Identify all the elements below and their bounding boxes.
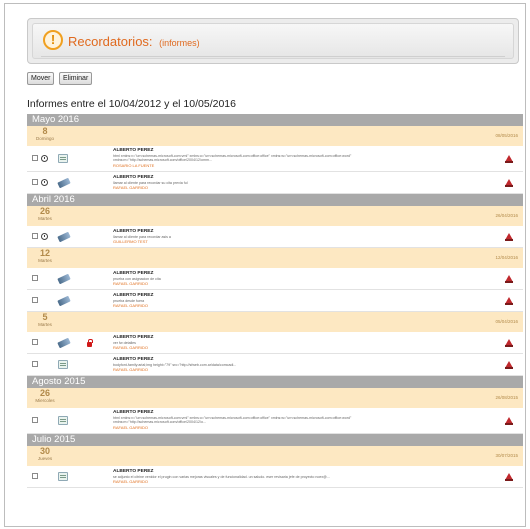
day-date: 08/05/2016 xyxy=(495,133,518,138)
document-icon[interactable] xyxy=(58,416,68,425)
day-date: 30/07/2015 xyxy=(495,453,518,458)
row-checkbox[interactable] xyxy=(32,233,38,239)
row-checkbox[interactable] xyxy=(32,155,38,161)
reminder-text: ALBERTO PEREZ llamar al cliente para reco… xyxy=(113,229,493,244)
delete-icon[interactable] xyxy=(505,417,513,425)
reminder-text: ALBERTO PEREZ html xmlns:v="urn:schemas-m… xyxy=(113,410,493,430)
row-checkbox[interactable] xyxy=(32,339,38,345)
reminder-user: RAFAEL GARRIDO xyxy=(113,281,148,287)
page-header: ! Recordatorios: (informes) xyxy=(27,18,519,64)
reminders-panel: ! Recordatorios: (informes) Mover Elimin… xyxy=(4,3,526,527)
day-name: Martes xyxy=(38,216,52,221)
document-icon[interactable] xyxy=(58,472,68,481)
reminder-user: ROSARIO LA FUENTE xyxy=(113,162,155,168)
day-header: 26 Miercoles 26/08/2015 xyxy=(27,388,523,408)
month-header: Mayo 2016 xyxy=(27,114,523,126)
document-icon[interactable] xyxy=(58,154,68,163)
reminder-row[interactable]: ALBERTO PEREZ bodyfont-family:arial;img h… xyxy=(27,354,523,376)
reminder-user: RAFAEL GARRIDO xyxy=(113,424,148,430)
reminder-user: RAFAEL GARRIDO xyxy=(113,479,148,485)
month-header: Julio 2015 xyxy=(27,434,523,446)
document-icon[interactable] xyxy=(58,360,68,369)
pencil-icon[interactable] xyxy=(57,337,71,349)
delete-icon[interactable] xyxy=(505,233,513,241)
day-header: 8 Domingo 08/05/2016 xyxy=(27,126,523,146)
delete-icon[interactable] xyxy=(505,361,513,369)
reminder-text: ALBERTO PEREZ se adjunto el citrine venid… xyxy=(113,469,493,484)
reminder-user: RAFAEL GARRIDO xyxy=(113,367,148,373)
reminder-text: ALBERTO PEREZ html xmlns:v="urn:schemas-m… xyxy=(113,148,493,168)
day-date: 26/04/2016 xyxy=(495,213,518,218)
day-date: 05/04/2016 xyxy=(495,319,518,324)
header-divider xyxy=(41,56,505,57)
day-header: 5 Martes 05/04/2016 xyxy=(27,312,523,332)
row-checkbox[interactable] xyxy=(32,179,38,185)
reminder-text: ALBERTO PEREZ prueba desde fuera RAFAEL GA… xyxy=(113,293,493,308)
delete-icon[interactable] xyxy=(505,179,513,187)
reminder-user: RAFAEL GARRIDO xyxy=(113,345,148,351)
day-number: 5 xyxy=(42,312,48,322)
page-title-text: Recordatorios: xyxy=(68,34,153,49)
delete-icon[interactable] xyxy=(505,473,513,481)
day-name: Miercoles xyxy=(35,398,55,403)
day-header: 26 Martes 26/04/2016 xyxy=(27,206,523,226)
day-name: Martes xyxy=(38,322,52,327)
clock-icon xyxy=(41,155,48,162)
page-title: Recordatorios: (informes) xyxy=(68,34,200,49)
day-header: 12 Martes 12/04/2016 xyxy=(27,248,523,268)
reminder-text: ALBERTO PEREZ prueba con asignacion de ci… xyxy=(113,271,493,286)
day-name: Jueves xyxy=(37,456,53,461)
reminder-user: GUILLERMO TEST xyxy=(113,239,148,245)
day-date: 26/08/2015 xyxy=(495,395,518,400)
day-number: 26 xyxy=(39,388,50,398)
reminder-row[interactable]: ALBERTO PEREZ html xmlns:v="urn:schemas-m… xyxy=(27,408,523,434)
row-checkbox[interactable] xyxy=(32,361,38,367)
page-subtitle: (informes) xyxy=(159,38,200,48)
day-number: 8 xyxy=(42,126,48,136)
reminder-user: RAFAEL GARRIDO xyxy=(113,185,148,191)
row-checkbox[interactable] xyxy=(32,473,38,479)
day-number: 30 xyxy=(39,446,50,456)
reminder-row[interactable]: ALBERTO PEREZ llamar al cliente para reco… xyxy=(27,226,523,248)
move-button[interactable]: Mover xyxy=(27,72,55,85)
pencil-icon[interactable] xyxy=(57,273,71,285)
delete-icon[interactable] xyxy=(505,297,513,305)
pencil-icon[interactable] xyxy=(57,231,71,243)
reminder-text: ALBERTO PEREZ llamar al cliente para reco… xyxy=(113,175,493,190)
row-checkbox[interactable] xyxy=(32,417,38,423)
day-number: 12 xyxy=(39,248,50,258)
day-date: 12/04/2016 xyxy=(495,255,518,260)
delete-button[interactable]: Eliminar xyxy=(59,72,93,85)
date-range-title: Informes entre el 10/04/2012 y el 10/05/… xyxy=(27,98,236,110)
reminder-text: ALBERTO PEREZ ver fw detalles RAFAEL GARRI… xyxy=(113,335,493,350)
alert-icon: ! xyxy=(43,30,63,50)
reminder-row[interactable]: ALBERTO PEREZ llamar al cliente para reco… xyxy=(27,172,523,194)
day-name: Martes xyxy=(38,258,52,263)
reminder-row[interactable]: ALBERTO PEREZ html xmlns:v="urn:schemas-m… xyxy=(27,146,523,172)
pencil-icon[interactable] xyxy=(57,295,71,307)
row-checkbox[interactable] xyxy=(32,275,38,281)
reminder-text: ALBERTO PEREZ bodyfont-family:arial;img h… xyxy=(113,357,493,372)
reminder-list: Mayo 2016 8 Domingo 08/05/2016 ALBERTO PEREZ… xyxy=(27,114,523,488)
day-name: Domingo xyxy=(35,136,54,141)
reminder-row[interactable]: ALBERTO PEREZ prueba con asignacion de ci… xyxy=(27,268,523,290)
delete-icon[interactable] xyxy=(505,275,513,283)
pencil-icon[interactable] xyxy=(57,177,71,189)
clock-icon xyxy=(41,233,48,240)
delete-icon[interactable] xyxy=(505,155,513,163)
delete-icon[interactable] xyxy=(505,339,513,347)
clock-icon xyxy=(41,179,48,186)
reminder-row[interactable]: ALBERTO PEREZ se adjunto el citrine venid… xyxy=(27,466,523,488)
day-number: 26 xyxy=(39,206,50,216)
reminder-user: RAFAEL GARRIDO xyxy=(113,303,148,309)
row-checkbox[interactable] xyxy=(32,297,38,303)
header-inner: ! Recordatorios: (informes) xyxy=(32,23,514,59)
lock-icon xyxy=(87,339,93,347)
reminder-row[interactable]: ALBERTO PEREZ prueba desde fuera RAFAEL GA… xyxy=(27,290,523,312)
month-header: Abril 2016 xyxy=(27,194,523,206)
reminder-row[interactable]: ALBERTO PEREZ ver fw detalles RAFAEL GARRI… xyxy=(27,332,523,354)
day-header: 30 Jueves 30/07/2015 xyxy=(27,446,523,466)
month-header: Agosto 2015 xyxy=(27,376,523,388)
